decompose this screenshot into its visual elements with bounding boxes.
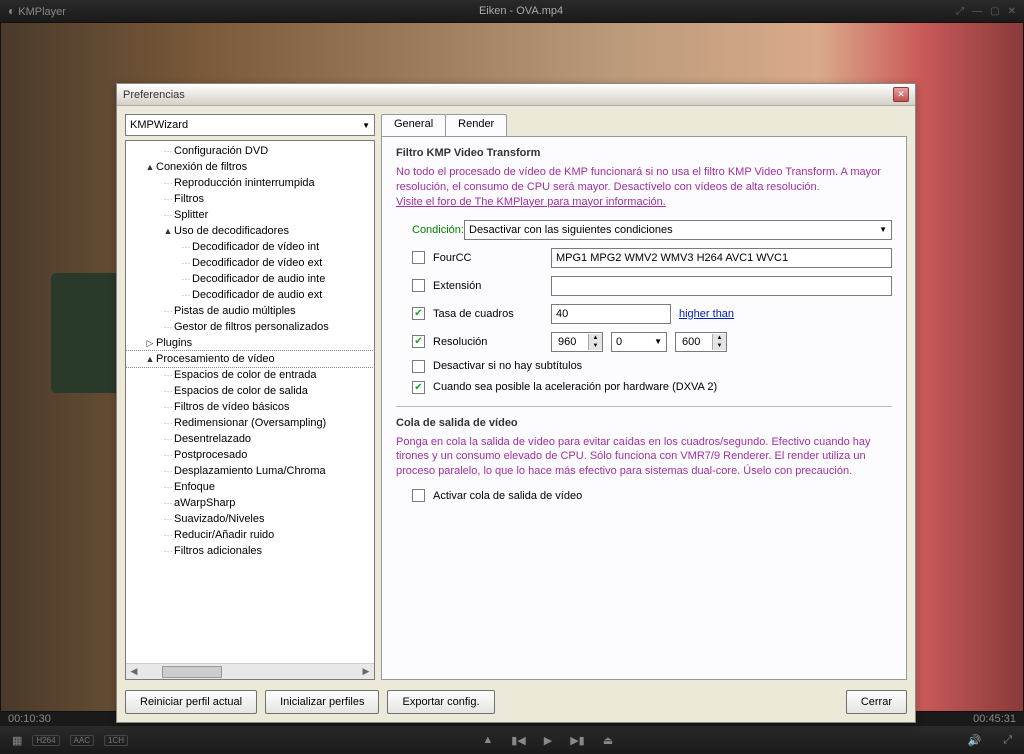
reset-profile-button[interactable]: Reiniciar perfil actual (125, 690, 257, 714)
tree-item[interactable]: ▷Plugins (126, 335, 374, 351)
close-button[interactable]: Cerrar (846, 690, 907, 714)
section-description: No todo el procesado de vídeo de KMP fun… (396, 165, 892, 210)
tree-item[interactable]: ⋯Reproducción ininterrumpida (126, 175, 374, 191)
time-elapsed: 00:10:30 (8, 713, 51, 725)
section-title: Cola de salida de vídeo (396, 417, 892, 429)
dialog-title: Preferencias (123, 89, 893, 101)
tree-item[interactable]: ⋯Pistas de audio múltiples (126, 303, 374, 319)
fps-input[interactable] (551, 304, 671, 324)
tree-item[interactable]: ⋯Decodificador de audio inte (126, 271, 374, 287)
tree-item[interactable]: ▲Procesamiento de vídeo (126, 351, 374, 367)
tree-item[interactable]: ⋯Decodificador de vídeo ext (126, 255, 374, 271)
dxva-label: Cuando sea posible la aceleración por ha… (433, 381, 717, 393)
codec-badge: H264 (32, 735, 59, 746)
tree-item[interactable]: ⋯aWarpSharp (126, 495, 374, 511)
section-description: Ponga en cola la salida de vídeo para ev… (396, 435, 892, 480)
compact-icon[interactable]: ⤢ (956, 6, 964, 17)
extension-label: Extensión (433, 280, 543, 292)
tree-item[interactable]: ⋯Desentrelazado (126, 431, 374, 447)
tree-item[interactable]: ⋯Espacios de color de entrada (126, 367, 374, 383)
wizard-dropdown[interactable]: KMPWizard ▼ (125, 114, 375, 136)
app-logo[interactable]: KMPlayer (8, 4, 66, 18)
tree-item[interactable]: ⋯Configuración DVD (126, 143, 374, 159)
fps-condition-link[interactable]: higher than (679, 308, 734, 320)
nosubs-label: Desactivar si no hay subtítulos (433, 360, 582, 372)
tree-item[interactable]: ⋯Decodificador de audio ext (126, 287, 374, 303)
tree-item[interactable]: ⋯Enfoque (126, 479, 374, 495)
resolution-checkbox[interactable]: ✔ (412, 335, 425, 348)
condition-label: Condición: (396, 224, 456, 236)
extension-input[interactable] (551, 276, 892, 296)
tree-item[interactable]: ⋯Postprocesado (126, 447, 374, 463)
stop-icon[interactable]: ▲ (482, 734, 493, 747)
next-icon[interactable]: ▶▮ (570, 734, 585, 747)
open-button[interactable]: ▦ (12, 734, 22, 747)
tree-item[interactable]: ⋯Gestor de filtros personalizados (126, 319, 374, 335)
tree-item[interactable]: ⋯Desplazamiento Luma/Chroma (126, 463, 374, 479)
tree-item[interactable]: ⋯Suavizado/Niveles (126, 511, 374, 527)
nosubs-checkbox[interactable] (412, 360, 425, 373)
tree-item[interactable]: ▲Uso de decodificadores (126, 223, 374, 239)
tree-item[interactable]: ⋯Redimensionar (Oversampling) (126, 415, 374, 431)
dxva-checkbox[interactable]: ✔ (412, 381, 425, 394)
minimize-icon[interactable]: — (972, 6, 982, 17)
player-controls: ▦ H264 AAC 1CH ▲ ▮◀ ▶ ▶▮ ⏏ 🔊 ⤢ (0, 726, 1024, 754)
queue-label: Activar cola de salida de vídeo (433, 490, 582, 502)
video-area[interactable]: Preferencias ✕ KMPWizard ▼ ⋯Configuració… (0, 22, 1024, 712)
maximize-icon[interactable]: ▢ (990, 6, 999, 17)
fourcc-checkbox[interactable] (412, 251, 425, 264)
wizard-value: KMPWizard (130, 119, 188, 131)
codec-badge: 1CH (104, 735, 128, 746)
res-op-dropdown[interactable]: 0▼ (611, 332, 667, 352)
fps-checkbox[interactable]: ✔ (412, 307, 425, 320)
dialog-close-button[interactable]: ✕ (893, 87, 909, 102)
forum-link[interactable]: Visite el foro de The KMPlayer para mayo… (396, 196, 666, 208)
preferences-dialog: Preferencias ✕ KMPWizard ▼ ⋯Configuració… (116, 83, 916, 723)
play-icon[interactable]: ▶ (544, 734, 552, 747)
media-title: Eiken - OVA.mp4 (86, 5, 956, 17)
fps-label: Tasa de cuadros (433, 308, 543, 320)
res-width-spinner[interactable]: 960 ▲▼ (551, 332, 603, 352)
extension-checkbox[interactable] (412, 279, 425, 292)
settings-tree[interactable]: ⋯Configuración DVD▲Conexión de filtros⋯R… (125, 140, 375, 680)
fullscreen-icon[interactable]: ⤢ (1003, 734, 1012, 747)
volume-icon[interactable]: 🔊 (967, 734, 981, 747)
prev-icon[interactable]: ▮◀ (511, 734, 526, 747)
tree-item[interactable]: ⋯Filtros adicionales (126, 543, 374, 559)
section-title: Filtro KMP Video Transform (396, 147, 892, 159)
chevron-down-icon: ▼ (879, 225, 887, 234)
codec-badge: AAC (70, 735, 94, 746)
tree-item[interactable]: ⋯Filtros de vídeo básicos (126, 399, 374, 415)
chevron-down-icon: ▼ (362, 121, 370, 130)
tree-item[interactable]: ⋯Splitter (126, 207, 374, 223)
queue-checkbox[interactable] (412, 489, 425, 502)
tree-item[interactable]: ⋯Espacios de color de salida (126, 383, 374, 399)
dialog-titlebar[interactable]: Preferencias ✕ (117, 84, 915, 106)
eject-icon[interactable]: ⏏ (603, 734, 613, 747)
tab-general[interactable]: General (381, 114, 446, 136)
resolution-label: Resolución (433, 336, 543, 348)
fourcc-input[interactable] (551, 248, 892, 268)
tree-item[interactable]: ⋯Decodificador de vídeo int (126, 239, 374, 255)
time-total: 00:45:31 (973, 713, 1016, 725)
condition-dropdown[interactable]: Desactivar con las siguientes condicione… (464, 220, 892, 240)
tab-content: Filtro KMP Video Transform No todo el pr… (381, 136, 907, 680)
init-profiles-button[interactable]: Inicializar perfiles (265, 690, 379, 714)
tab-render[interactable]: Render (445, 114, 507, 136)
tree-item[interactable]: ▲Conexión de filtros (126, 159, 374, 175)
res-height-spinner[interactable]: 600 ▲▼ (675, 332, 727, 352)
player-titlebar: KMPlayer Eiken - OVA.mp4 ⤢ — ▢ ✕ (0, 0, 1024, 22)
export-config-button[interactable]: Exportar config. (387, 690, 494, 714)
tree-scrollbar[interactable]: ◀▶ (126, 663, 374, 679)
fourcc-label: FourCC (433, 252, 543, 264)
close-icon[interactable]: ✕ (1008, 6, 1016, 17)
tree-item[interactable]: ⋯Reducir/Añadir ruido (126, 527, 374, 543)
tree-item[interactable]: ⋯Filtros (126, 191, 374, 207)
